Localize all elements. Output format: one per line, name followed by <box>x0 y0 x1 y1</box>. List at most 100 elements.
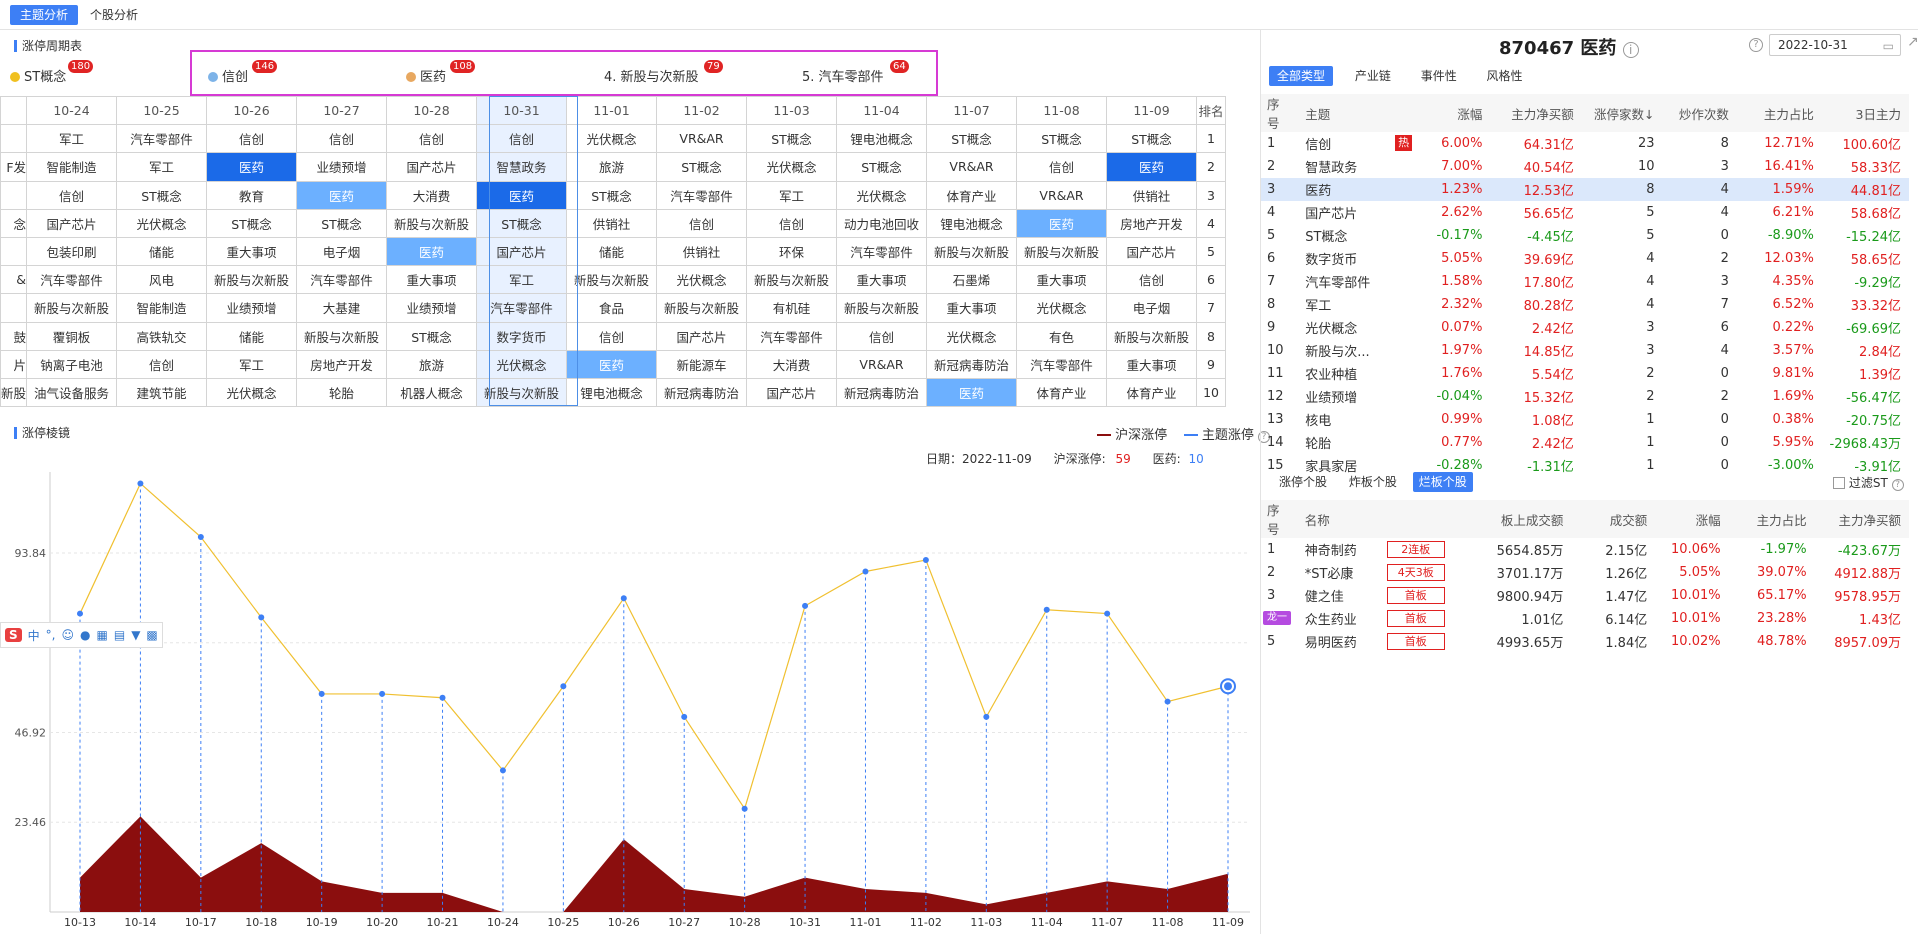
grid-cell[interactable] <box>0 180 28 210</box>
info-icon[interactable]: i <box>1622 42 1639 58</box>
grid-cell[interactable]: ST概念 <box>476 208 568 238</box>
grid-cell[interactable]: 汽车零部件 <box>746 321 838 351</box>
grid-cell[interactable]: ST概念 <box>926 124 1018 154</box>
line-point[interactable] <box>681 713 688 720</box>
theme-st[interactable]: ST概念 180 <box>10 60 94 88</box>
grid-cell[interactable]: 旅游 <box>566 152 658 182</box>
grid-cell[interactable]: 新股与次新股 <box>26 293 118 323</box>
stock-name[interactable]: 众生药业 <box>1305 613 1357 628</box>
line-point[interactable] <box>379 690 386 697</box>
grid-cell[interactable]: 建筑节能 <box>116 377 208 408</box>
grid-cell[interactable]: 信创 <box>1016 152 1108 182</box>
line-point[interactable] <box>862 568 869 575</box>
grid-cell[interactable] <box>0 293 28 323</box>
date-header[interactable]: 10-24 <box>26 95 118 126</box>
grid-cell[interactable]: 信创 <box>386 124 478 154</box>
grid-cell[interactable]: 光伏概念 <box>206 377 298 408</box>
date-header[interactable]: 10-27 <box>296 95 388 126</box>
stock-name[interactable]: 易明医药 <box>1305 636 1357 651</box>
line-point[interactable] <box>499 767 506 774</box>
help-icon[interactable]: ? <box>1891 479 1904 491</box>
grid-cell[interactable]: VR&AR <box>1016 180 1108 210</box>
theme-row[interactable]: 1 信创 热 6.00% 64.31亿 23 8 12.71% 100.60亿 <box>1261 132 1909 155</box>
grid-cell[interactable]: ST概念 <box>566 180 658 210</box>
grid-cell[interactable]: VR&AR <box>836 349 928 379</box>
grid-cell[interactable]: 房地产开发 <box>1106 208 1198 238</box>
grid-cell[interactable]: 医药 <box>206 152 298 182</box>
grid-cell[interactable]: 食品 <box>566 293 658 323</box>
grid-cell[interactable]: 国产芯片 <box>386 152 478 182</box>
stock-col-header[interactable]: 主力占比 <box>1728 500 1815 538</box>
stock-name-cell[interactable]: 神奇制药 2连板 <box>1299 538 1473 561</box>
grid-cell[interactable]: 覆铜板 <box>26 321 118 351</box>
grid-cell[interactable]: 医药 <box>296 180 388 210</box>
grid-cell[interactable]: 国产芯片 <box>656 321 748 351</box>
date-header[interactable]: 11-09 <box>1106 95 1198 126</box>
grid-cell[interactable]: 重大事项 <box>926 293 1018 323</box>
stock-row[interactable]: 5 易明医药 首板 4993.65万 1.84亿 10.02% 48.78% 8957.09万 <box>1261 630 1909 653</box>
grid-cell[interactable]: 锂电池概念 <box>836 124 928 154</box>
stock-name[interactable]: 神奇制药 <box>1305 544 1357 559</box>
stock-col-header[interactable]: 主力净买额 <box>1814 500 1909 538</box>
grid-cell[interactable]: 医药 <box>1016 208 1108 238</box>
theme-row[interactable]: 2 智慧政务 7.00% 40.54亿 10 3 16.41% 58.33亿 <box>1261 155 1909 178</box>
grid-cell[interactable] <box>0 236 28 267</box>
grid-cell[interactable]: 汽车零部件 <box>1016 349 1108 379</box>
tab-rotten-board[interactable]: 烂板个股 <box>1412 472 1473 492</box>
grid-cell[interactable]: ST概念 <box>386 321 478 351</box>
grid-cell[interactable]: 智能制造 <box>116 293 208 323</box>
grid-cell[interactable]: 光伏概念 <box>566 124 658 154</box>
theme-col-header[interactable]: 主题 <box>1299 94 1417 132</box>
mic-icon[interactable]: ● <box>80 628 90 642</box>
toolbox-icon[interactable]: ▤ <box>114 628 125 642</box>
theme-row[interactable]: 3 医药 1.23% 12.53亿 8 4 1.59% 44.81亿 <box>1261 178 1909 201</box>
theme-row[interactable]: 14 轮胎 0.77% 2.42亿 1 0 5.95% -2968.43万 <box>1261 431 1909 454</box>
line-point[interactable] <box>439 694 446 701</box>
calendar-icon[interactable]: ▭ <box>1883 36 1894 56</box>
grid-cell[interactable]: 重大事项 <box>836 265 928 295</box>
grid-cell[interactable]: 新股与次新股 <box>926 236 1018 267</box>
stock-name-cell[interactable]: 众生药业 首板 <box>1299 607 1473 630</box>
grid-cell[interactable]: 汽车零部件 <box>656 180 748 210</box>
grid-cell[interactable]: 业绩预增 <box>206 293 298 323</box>
grid-cell[interactable]: 电子烟 <box>296 236 388 267</box>
export-icon[interactable]: ↗ <box>1907 34 1918 50</box>
grid-cell[interactable]: 新冠病毒防治 <box>926 349 1018 379</box>
line-point[interactable] <box>802 602 809 609</box>
grid-cell[interactable]: 储能 <box>206 321 298 351</box>
tab-limit-up[interactable]: 涨停个股 <box>1273 472 1333 492</box>
mirror-chart[interactable]: 23.4646.9270.3893.8410-1310-1410-1710-18… <box>0 462 1258 934</box>
grid-cell[interactable]: 军工 <box>116 152 208 182</box>
grid-cell[interactable]: 医药 <box>1106 152 1198 182</box>
stock-col-header[interactable]: 涨幅 <box>1655 500 1729 538</box>
grid-cell[interactable]: 新股与次新股 <box>296 321 388 351</box>
theme-col-header[interactable]: 主力净买额 <box>1490 94 1582 132</box>
grid-cell[interactable]: 钠离子电池 <box>26 349 118 379</box>
grid-cell[interactable]: 数字货币 <box>476 321 568 351</box>
grid-cell[interactable]: 电子烟 <box>1106 293 1198 323</box>
grid-cell[interactable]: 军工 <box>206 349 298 379</box>
theme-row[interactable]: 4 国产芯片 2.62% 56.65亿 5 4 6.21% 58.68亿 <box>1261 201 1909 224</box>
filter-st[interactable]: 过滤ST ? <box>1833 474 1904 491</box>
tab-stock-analysis[interactable]: 个股分析 <box>80 5 148 25</box>
line-point[interactable] <box>1164 698 1171 705</box>
grid-cell[interactable]: 大消费 <box>746 349 838 379</box>
date-header[interactable]: 排名 <box>1196 95 1227 126</box>
grid-cell[interactable]: ST概念 <box>1106 124 1198 154</box>
stock-col-header[interactable]: 序号 <box>1261 500 1299 538</box>
grid-cell[interactable]: 信创 <box>1106 265 1198 295</box>
stock-col-header[interactable]: 板上成交额 <box>1472 500 1572 538</box>
grid-cell[interactable]: 环保 <box>746 236 838 267</box>
grid-cell[interactable]: 体育产业 <box>1016 377 1108 408</box>
grid-cell[interactable]: 新股与次新股 <box>566 265 658 295</box>
grid-cell[interactable]: 信创 <box>836 321 928 351</box>
grid-cell[interactable]: 业绩预增 <box>296 152 388 182</box>
grid-cell[interactable]: 供销社 <box>1106 180 1198 210</box>
theme-col-header[interactable]: 涨幅 <box>1416 94 1491 132</box>
grid-cell[interactable]: 军工 <box>746 180 838 210</box>
grid-cell[interactable]: 新股 <box>0 377 28 408</box>
grid-cell[interactable]: ST概念 <box>296 208 388 238</box>
date-header[interactable]: 10-28 <box>386 95 478 126</box>
grid-cell[interactable]: 新股与次新股 <box>746 265 838 295</box>
theme-row[interactable]: 11 农业种植 1.76% 5.54亿 2 0 9.81% 1.39亿 <box>1261 362 1909 385</box>
